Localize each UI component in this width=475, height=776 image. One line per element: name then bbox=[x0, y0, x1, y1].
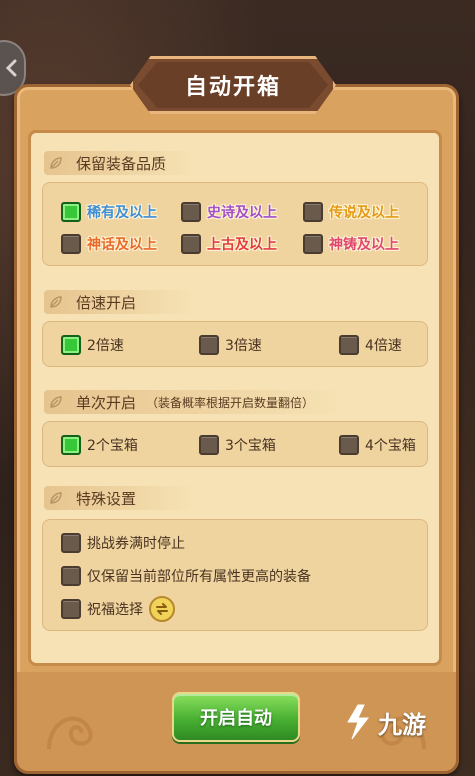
quality-options-box: 稀有及以上 史诗及以上 传说及以上 神话及以上 上古及以上 神铸及以上 bbox=[42, 182, 428, 266]
checkbox[interactable] bbox=[61, 435, 81, 455]
swirl-decoration-icon bbox=[47, 716, 93, 750]
watermark-text: 九游 bbox=[378, 710, 426, 739]
option-stop-when-tickets-full[interactable]: 挑战券满时停止 bbox=[61, 532, 185, 554]
start-auto-label: 开启自动 bbox=[200, 708, 272, 729]
section-title: 倍速开启 bbox=[76, 293, 137, 312]
checkbox[interactable] bbox=[303, 202, 323, 222]
title-plate-inner: 自动开箱 bbox=[138, 62, 328, 108]
checkbox[interactable] bbox=[199, 435, 219, 455]
leaf-icon bbox=[50, 396, 62, 408]
section-header-quality: 保留装备品质 bbox=[44, 151, 194, 175]
panel-title: 自动开箱 bbox=[184, 75, 281, 100]
option-label: 神铸及以上 bbox=[329, 237, 399, 253]
checkbox[interactable] bbox=[61, 599, 81, 619]
checkbox[interactable] bbox=[303, 234, 323, 254]
chevron-left-icon bbox=[5, 59, 17, 77]
special-options-box: 挑战券满时停止 仅保留当前部位所有属性更高的装备 祝福选择 bbox=[42, 519, 428, 631]
option-label: 稀有及以上 bbox=[87, 205, 157, 221]
option-label: 神话及以上 bbox=[87, 237, 157, 253]
option-label: 3个宝箱 bbox=[225, 438, 276, 454]
option-chest-2[interactable]: 2个宝箱 bbox=[61, 434, 138, 456]
checkbox[interactable] bbox=[61, 202, 81, 222]
option-speed-4x[interactable]: 4倍速 bbox=[339, 334, 402, 356]
section-title: 单次开启 bbox=[76, 393, 137, 412]
option-label: 挑战券满时停止 bbox=[87, 536, 185, 552]
jiuyou-logo-icon bbox=[347, 704, 370, 740]
option-keep-better-gear[interactable]: 仅保留当前部位所有属性更高的装备 bbox=[61, 565, 311, 587]
option-epic[interactable]: 史诗及以上 bbox=[181, 201, 277, 223]
checkbox[interactable] bbox=[61, 566, 81, 586]
checkbox[interactable] bbox=[339, 335, 359, 355]
option-label: 祝福选择 bbox=[87, 602, 143, 618]
section-header-special: 特殊设置 bbox=[44, 486, 194, 510]
option-blessing-select[interactable]: 祝福选择 bbox=[61, 596, 175, 622]
option-legendary[interactable]: 传说及以上 bbox=[303, 201, 399, 223]
option-label: 传说及以上 bbox=[329, 205, 399, 221]
checkbox[interactable] bbox=[181, 234, 201, 254]
option-speed-3x[interactable]: 3倍速 bbox=[199, 334, 262, 356]
section-title: 保留装备品质 bbox=[76, 154, 167, 173]
option-label: 上古及以上 bbox=[207, 237, 277, 253]
leaf-icon bbox=[50, 157, 62, 169]
speed-options-box: 2倍速 3倍速 4倍速 bbox=[42, 321, 428, 367]
checkbox[interactable] bbox=[61, 234, 81, 254]
option-label: 4个宝箱 bbox=[365, 438, 416, 454]
section-title: 特殊设置 bbox=[76, 489, 137, 508]
checkbox[interactable] bbox=[61, 335, 81, 355]
option-label: 2倍速 bbox=[87, 338, 124, 354]
option-label: 史诗及以上 bbox=[207, 205, 277, 221]
checkbox[interactable] bbox=[199, 335, 219, 355]
option-divine[interactable]: 神铸及以上 bbox=[303, 233, 399, 255]
option-chest-3[interactable]: 3个宝箱 bbox=[199, 434, 276, 456]
option-label: 2个宝箱 bbox=[87, 438, 138, 454]
option-ancient[interactable]: 上古及以上 bbox=[181, 233, 277, 255]
section-header-speed: 倍速开启 bbox=[44, 290, 194, 314]
section-note: （装备概率根据开启数量翻倍） bbox=[146, 395, 315, 410]
leaf-icon bbox=[50, 296, 62, 308]
start-auto-button[interactable]: 开启自动 bbox=[172, 692, 300, 742]
option-chest-4[interactable]: 4个宝箱 bbox=[339, 434, 416, 456]
option-rare[interactable]: 稀有及以上 bbox=[61, 201, 157, 223]
option-label: 3倍速 bbox=[225, 338, 262, 354]
checkbox[interactable] bbox=[181, 202, 201, 222]
jiuyou-watermark: 九游 bbox=[340, 702, 426, 742]
checkbox[interactable] bbox=[339, 435, 359, 455]
checkbox[interactable] bbox=[61, 533, 81, 553]
leaf-icon bbox=[50, 492, 62, 504]
swap-icon[interactable] bbox=[149, 596, 175, 622]
section-header-single: 单次开启 （装备概率根据开启数量翻倍） bbox=[44, 390, 344, 414]
option-label: 4倍速 bbox=[365, 338, 402, 354]
single-options-box: 2个宝箱 3个宝箱 4个宝箱 bbox=[42, 421, 428, 467]
option-mythic[interactable]: 神话及以上 bbox=[61, 233, 157, 255]
option-speed-2x[interactable]: 2倍速 bbox=[61, 334, 124, 356]
option-label: 仅保留当前部位所有属性更高的装备 bbox=[87, 569, 311, 585]
